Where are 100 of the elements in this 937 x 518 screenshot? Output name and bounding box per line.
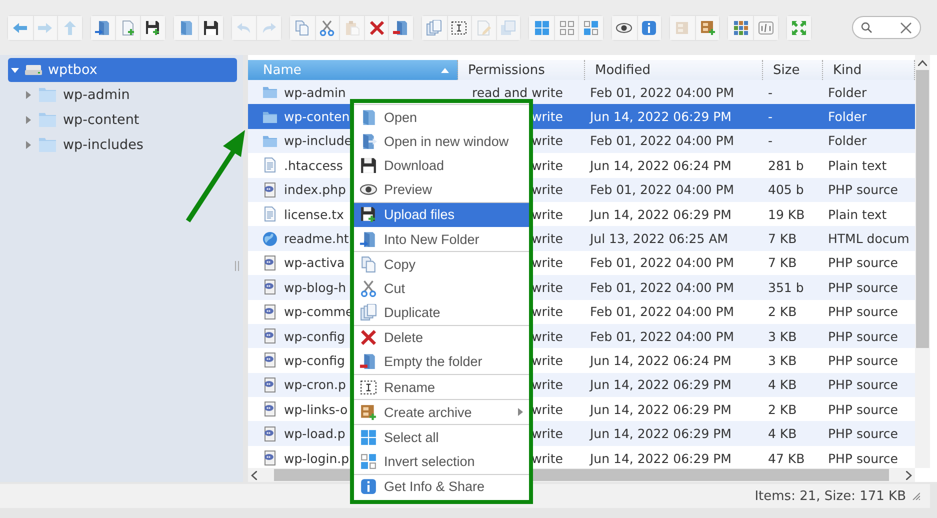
- tile-grid-icon: [732, 20, 749, 36]
- grid-icon: [534, 20, 550, 36]
- delete-icon: [368, 20, 385, 36]
- menu-item[interactable]: Upload files: [354, 202, 529, 227]
- file-name: .htaccess: [284, 158, 343, 173]
- file-name: readme.ht: [284, 231, 349, 246]
- menu-item[interactable]: Into New Folder: [354, 226, 529, 252]
- search-field[interactable]: [852, 16, 921, 39]
- file-row[interactable]: wp-admin read and write Feb 01, 2022 04:00 PM - Folder: [248, 80, 915, 104]
- script-icon: [262, 304, 278, 320]
- tree-label: wp-content: [63, 112, 140, 128]
- floppy-plus-icon: [144, 20, 161, 36]
- table-cell: Folder: [828, 133, 867, 148]
- table-cell: -: [768, 109, 773, 124]
- close-icon[interactable]: [900, 22, 912, 34]
- folder-icon: [360, 108, 377, 126]
- search-icon: [861, 22, 872, 33]
- drive-icon: [25, 64, 42, 76]
- tree-item[interactable]: wp-content: [8, 107, 144, 132]
- table-cell: 3 KB: [768, 328, 797, 344]
- resize-grip-icon[interactable]: [912, 492, 920, 500]
- table-cell: write: [532, 328, 563, 344]
- status-text: Items: 21, Size: 171 KB: [754, 488, 906, 504]
- table-cell: Jun 14, 2022 06:24 PM: [590, 158, 732, 173]
- table-cell: write: [532, 158, 563, 173]
- expand-caret-icon[interactable]: [24, 116, 32, 124]
- menu-item[interactable]: Open: [354, 105, 529, 130]
- file-name: index.php: [284, 182, 346, 198]
- file-name: wp-load.p: [284, 426, 346, 442]
- archive-plus-icon: [700, 20, 716, 36]
- folder-icon: [39, 87, 56, 102]
- table-cell: Jun 14, 2022 06:24 PM: [590, 352, 732, 368]
- clipboard-icon: [344, 20, 360, 36]
- table-cell: PHP source: [828, 426, 898, 442]
- scissors-icon: [360, 280, 377, 297]
- sort-icon: [758, 20, 774, 36]
- menu-item[interactable]: Create archive: [354, 400, 529, 424]
- table-cell: 7 KB: [768, 231, 797, 246]
- table-cell: write: [532, 231, 563, 246]
- table-cell: Jun 14, 2022 06:29 PM: [590, 109, 732, 124]
- menu-item[interactable]: Get Info & Share: [354, 474, 529, 499]
- tree-item[interactable]: wptbox: [8, 58, 237, 82]
- table-cell: PHP source: [828, 352, 898, 368]
- table-cell: Plain text: [828, 158, 887, 173]
- script-icon: [262, 279, 278, 296]
- tree-label: wp-includes: [63, 136, 144, 152]
- folder-minus-icon: [360, 353, 377, 370]
- menu-item[interactable]: Rename: [354, 375, 529, 400]
- table-cell: 2 KB: [768, 304, 797, 320]
- menu-item[interactable]: Download: [354, 153, 529, 178]
- table-cell: Feb 01, 2022 04:00 PM: [590, 182, 734, 198]
- menu-item[interactable]: Open in new window: [354, 129, 529, 154]
- table-cell: PHP source: [828, 450, 898, 466]
- scrollbar[interactable]: [915, 55, 930, 468]
- splitter-handle[interactable]: [235, 261, 239, 271]
- table-cell: write: [532, 304, 563, 320]
- resize-icon: [500, 20, 516, 36]
- expand-caret-icon[interactable]: [24, 140, 32, 148]
- toolbar-button[interactable]: [198, 16, 223, 40]
- table-cell: Jun 14, 2022 06:29 PM: [590, 377, 732, 392]
- table-cell: write: [532, 133, 563, 148]
- table-cell: -: [768, 84, 773, 100]
- tree-label: wp-admin: [63, 86, 130, 102]
- menu-item[interactable]: Duplicate: [354, 300, 529, 325]
- menu-item[interactable]: Empty the folder: [354, 350, 529, 374]
- menu-item[interactable]: Delete: [354, 326, 529, 350]
- expand-caret-icon[interactable]: [11, 66, 19, 74]
- table-cell: write: [532, 426, 563, 442]
- expand-icon: [790, 20, 807, 36]
- folder-icon: [39, 112, 56, 127]
- file-name: wp-config: [284, 352, 345, 368]
- tree-item[interactable]: wp-admin: [8, 82, 134, 107]
- table-cell: 405 b: [768, 182, 804, 198]
- menu-item[interactable]: Preview: [354, 178, 529, 202]
- file-name: wp-links-o: [284, 402, 348, 417]
- stacked-pages-icon: [360, 304, 377, 322]
- toolbar-button[interactable]: [140, 16, 165, 40]
- archive-icon: [674, 20, 691, 36]
- pencil-page-icon: [476, 20, 492, 36]
- table-cell: Folder: [828, 84, 867, 100]
- table-cell: write: [532, 109, 563, 124]
- table-cell: PHP source: [828, 328, 898, 344]
- floppy-icon: [360, 156, 377, 174]
- table-cell: write: [532, 352, 563, 368]
- table-cell: Feb 01, 2022 04:00 PM: [590, 133, 734, 148]
- tree-item[interactable]: wp-includes: [8, 132, 148, 157]
- floppy-plus-icon: [360, 206, 377, 224]
- grid-icon: [360, 429, 377, 446]
- partial-grid-icon: [360, 453, 377, 470]
- info-icon: [641, 20, 658, 36]
- script-icon: [262, 352, 278, 368]
- table-cell: write: [532, 377, 563, 392]
- table-cell: PHP source: [828, 377, 898, 392]
- table-cell: 3 KB: [768, 352, 797, 368]
- menu-item[interactable]: Copy: [354, 252, 529, 276]
- globe-icon: [262, 230, 278, 247]
- table-cell: 351 b: [768, 280, 804, 295]
- file-name: wp-include: [284, 133, 352, 148]
- expand-caret-icon[interactable]: [24, 90, 32, 98]
- menu-item[interactable]: Cut: [354, 276, 529, 300]
